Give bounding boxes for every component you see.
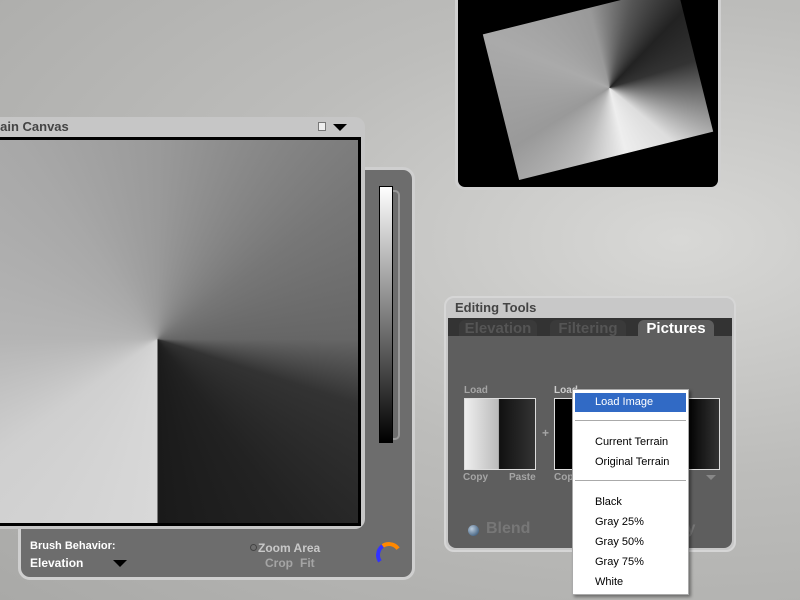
menu-item-current-terrain[interactable]: Current Terrain [595, 433, 668, 451]
menu-item-gray-50[interactable]: Gray 50% [595, 533, 644, 551]
menu-item-original-terrain[interactable]: Original Terrain [595, 453, 669, 471]
result-picture [686, 398, 720, 470]
load-context-menu: Load Image Current Terrain Original Terr… [572, 389, 689, 595]
brush-dropdown-icon[interactable] [113, 560, 127, 567]
zoom-area-radio[interactable] [250, 544, 257, 551]
load-link-1[interactable]: Load [464, 385, 488, 396]
brush-behavior-select[interactable]: Elevation [30, 556, 83, 570]
menu-item-white[interactable]: White [595, 573, 623, 591]
window-menu-icon[interactable] [333, 124, 347, 131]
result-dropdown-icon[interactable] [706, 475, 716, 480]
menu-item-black[interactable]: Black [595, 493, 622, 511]
menu-item-gray-25[interactable]: Gray 25% [595, 513, 644, 531]
menu-item-gray-75[interactable]: Gray 75% [595, 553, 644, 571]
menu-item-load-image[interactable]: Load Image [595, 393, 653, 411]
paste-button-1[interactable]: Paste [509, 472, 536, 483]
terrain-preview-image [482, 0, 714, 180]
panel-title: Editing Tools [455, 300, 537, 315]
copy-button-1[interactable]: Copy [463, 472, 488, 483]
window-restore-icon[interactable] [318, 122, 326, 131]
window-title: rrain Canvas [0, 119, 69, 134]
terrain-preview [455, 0, 721, 190]
zoom-area-button[interactable]: Zoom Area [258, 541, 320, 555]
terrain-canvas[interactable] [0, 137, 361, 526]
crop-button[interactable]: Crop [265, 556, 293, 570]
brush-behavior-label: Brush Behavior: [30, 540, 116, 552]
blend-button[interactable]: Blend [486, 520, 530, 538]
copy-button-2[interactable]: Cop [554, 472, 573, 483]
source-picture-1[interactable] [464, 398, 536, 470]
elevation-gradient-bar[interactable] [379, 186, 393, 443]
fit-button[interactable]: Fit [300, 556, 315, 570]
blend-radio-icon[interactable] [468, 525, 479, 536]
plus-sign: + [542, 426, 550, 440]
